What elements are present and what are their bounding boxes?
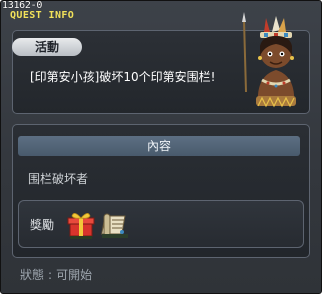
scroll-icon[interactable]: [100, 210, 130, 240]
content-header: 內容: [18, 136, 300, 156]
status-value: 可開始: [56, 268, 93, 282]
npc-portrait: [242, 12, 296, 108]
reward-label: 獎勵: [30, 218, 55, 232]
quest-category-tag: 活動: [12, 38, 82, 56]
quest-name: [印第安小孩]破坏10个印第安围栏!: [30, 70, 216, 84]
quest-status: 狀態: 可開始: [20, 268, 93, 282]
gift-box-icon[interactable]: [66, 210, 96, 240]
status-label: 狀態: [20, 268, 45, 282]
quest-objective: 围栏破坏者: [28, 172, 89, 186]
reward-box: [18, 200, 304, 248]
window-title: QUEST INFO: [10, 10, 75, 21]
